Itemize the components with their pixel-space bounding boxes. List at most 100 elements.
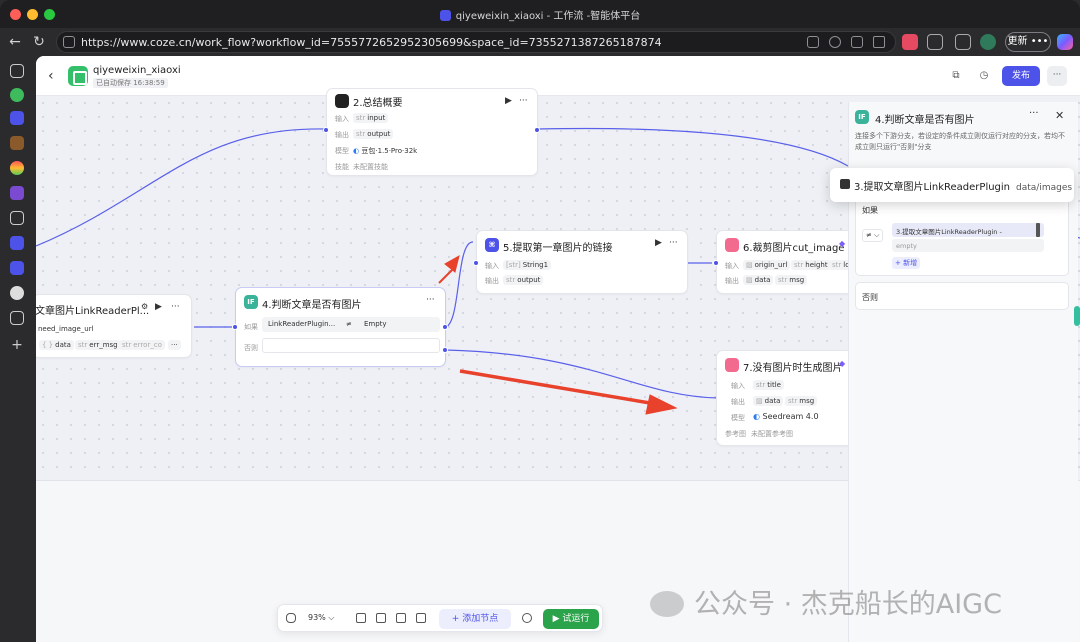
operator-select[interactable]: ≠ ⌵ — [862, 229, 884, 242]
panel-description: 连接多个下游分支，若设定的条件成立则仅运行对应的分支，若均不成立则只运行"否则"… — [855, 132, 1065, 151]
image-icon[interactable] — [416, 613, 426, 623]
comment-icon[interactable] — [356, 613, 366, 623]
right-value-input[interactable]: empty — [892, 239, 1044, 252]
node-condition-title: 4.判断文章是否有图片 — [262, 300, 362, 311]
summary-input-port[interactable] — [323, 127, 329, 133]
run-node-icon[interactable]: ▶ — [155, 302, 162, 312]
condition-row[interactable]: LinkReaderPlugin... ≠ Empty — [262, 317, 440, 332]
watermark: 公众号 · 杰克船长的AIGC — [650, 582, 1002, 621]
summary-output-port[interactable] — [534, 127, 540, 133]
node-more-icon[interactable]: ··· — [171, 302, 180, 312]
run-node-icon[interactable]: ▶ — [505, 96, 512, 106]
add-condition-button[interactable]: + 新增 — [892, 257, 921, 269]
node-more-icon[interactable]: ··· — [426, 295, 435, 305]
panel-scroll-handle[interactable] — [1074, 306, 1080, 326]
extension-red-icon[interactable] — [902, 34, 918, 50]
calendar-icon[interactable] — [10, 211, 24, 225]
if-icon: IF — [855, 110, 869, 124]
node-extract-link[interactable]: ⌘ 5.提取第一章图片的链接 ▶ ··· 输入 [str] String1 输出 … — [473, 230, 688, 294]
reload-icon[interactable]: ↻ — [30, 33, 48, 51]
copy-icon[interactable]: ⧉ — [950, 70, 962, 82]
plugin-icon — [840, 179, 850, 189]
url-text[interactable]: https://www.coze.cn/work_flow?workflow_i… — [81, 36, 662, 49]
node-crop-image[interactable]: 6.裁剪图片cut_image ◆ 输入 ▨ origin_url str heig… — [713, 230, 856, 294]
close-icon[interactable]: ✕ — [1055, 109, 1064, 122]
output-data-tag: ▨ data — [753, 396, 784, 406]
output-data-tag: ▨ data — [743, 275, 774, 285]
else-branch-box[interactable]: 否则 — [855, 282, 1069, 310]
coze-tab-icon[interactable] — [10, 111, 24, 125]
coze-tab-3-icon[interactable] — [10, 261, 24, 275]
address-bar[interactable]: https://www.coze.cn/work_flow?workflow_i… — [56, 31, 896, 53]
red-arrow-lower-head — [645, 394, 678, 415]
favorites-icon[interactable] — [955, 34, 971, 50]
window-titlebar: qiyeweixin_xiaoxi - 工作流 -智能体平台 — [0, 0, 1080, 28]
condition-input-port[interactable] — [232, 324, 238, 330]
browser-toolbar: ← ↻ https://www.coze.cn/work_flow?workfl… — [0, 28, 1080, 56]
plugin-icon — [725, 238, 739, 252]
node-settings-icon[interactable]: ⚙ — [141, 302, 148, 311]
left-value-select[interactable]: 3.提取文章图片LinkReaderPlugin - — [892, 223, 1044, 237]
history-icon[interactable]: ◷ — [978, 70, 990, 82]
add-tab-icon[interactable]: + — [10, 338, 24, 352]
publish-button[interactable]: 发布 — [1002, 66, 1040, 86]
run-node-icon[interactable]: ▶ — [655, 238, 662, 248]
image-gen-icon — [725, 358, 739, 372]
node-summary[interactable]: 2.总结概要 ▶ ··· 输入 str input 输出 str output 模型… — [323, 88, 540, 176]
edge-summary-out — [537, 127, 849, 167]
skill-value: 未配置技能 — [353, 163, 388, 171]
debug-icon[interactable] — [522, 613, 532, 623]
layout-icon[interactable] — [376, 613, 386, 623]
rainbow-icon[interactable] — [10, 161, 24, 175]
extension-puzzle-icon[interactable] — [927, 34, 943, 50]
node-condition[interactable]: IF 4.判断文章是否有图片 ··· 如果 LinkReaderPlugin..… — [232, 287, 448, 367]
tabs-icon[interactable] — [10, 64, 24, 78]
extract-input-port[interactable] — [473, 260, 479, 266]
model-name: ◐ 豆包·1.5·Pro·32k — [353, 147, 418, 155]
add-node-button[interactable]: + 添加节点 — [439, 609, 511, 629]
zoom-icon[interactable] — [829, 36, 841, 48]
node-generate-image[interactable]: 7.没有图片时生成图片 ◆ 输入 str title 输出 ▨ data str ms… — [716, 350, 856, 446]
input-height-tag: str height — [791, 260, 831, 270]
panel-more-icon[interactable]: ··· — [1029, 108, 1039, 119]
condition-if-port[interactable] — [442, 324, 448, 330]
account-icon[interactable] — [10, 286, 24, 300]
remove-condition-icon[interactable] — [1036, 223, 1040, 237]
read-aloud-icon[interactable] — [851, 36, 863, 48]
profile-avatar-icon[interactable] — [980, 34, 996, 50]
notes-icon[interactable] — [10, 311, 24, 325]
tab-icon[interactable] — [807, 36, 819, 48]
code-icon: ⌘ — [485, 238, 499, 252]
coze-tab-2-icon[interactable] — [10, 236, 24, 250]
back-icon[interactable]: ← — [6, 33, 24, 51]
minimap-icon[interactable] — [396, 613, 406, 623]
node-more-icon[interactable]: ··· — [669, 238, 678, 248]
app-brown-icon[interactable] — [10, 136, 24, 150]
favorite-star-icon[interactable] — [873, 36, 885, 48]
app-purple-icon[interactable] — [10, 186, 24, 200]
zoom-select[interactable]: 93% ⌵ — [308, 613, 334, 623]
node-more-icon[interactable]: ··· — [519, 96, 528, 106]
header-more-button[interactable]: ··· — [1047, 66, 1067, 86]
copilot-icon[interactable] — [1057, 34, 1073, 50]
condition-else-port[interactable] — [442, 347, 448, 353]
workflow-name: qiyeweixin_xiaoxi — [93, 65, 181, 76]
back-chevron-icon[interactable]: ‹ — [48, 68, 54, 84]
else-row[interactable] — [262, 338, 440, 353]
node-crop-title: 6.裁剪图片cut_image — [743, 243, 845, 254]
node-summary-title: 2.总结概要 — [353, 98, 403, 109]
test-run-button[interactable]: ▶ 试运行 — [543, 609, 599, 629]
ref-image-value: 未配置参考图 — [751, 430, 793, 438]
crop-input-port[interactable] — [713, 260, 719, 266]
edge-condition-to-extract — [445, 241, 474, 328]
workflow-canvas[interactable]: 2.总结概要 ▶ ··· 输入 str input 输出 str output 模型… — [36, 88, 1080, 642]
more-outputs-tag[interactable]: ··· — [168, 340, 181, 350]
site-info-icon[interactable] — [63, 36, 75, 48]
node-gen-title: 7.没有图片时生成图片 — [743, 363, 843, 374]
output-msg-tag: str msg — [785, 396, 818, 406]
recycle-icon[interactable] — [10, 88, 24, 102]
update-button[interactable]: 更新 ••• — [1005, 32, 1051, 52]
doubao-icon: ◐ — [353, 147, 360, 155]
node-link-reader[interactable]: 文章图片LinkReaderPl... ⚙ ▶ ··· need_image_u… — [36, 294, 192, 358]
mouse-mode-icon[interactable] — [286, 613, 296, 623]
